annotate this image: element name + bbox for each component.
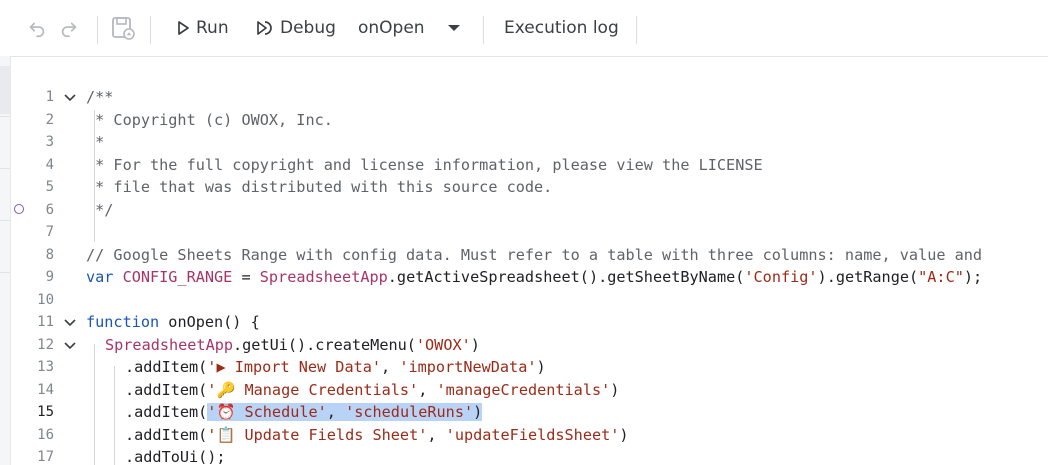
line-number: 7	[45, 224, 54, 240]
side-divider	[0, 168, 10, 169]
line-number: 5	[45, 179, 54, 195]
play-icon	[178, 21, 189, 35]
line-number: 15	[37, 404, 54, 420]
debug-button[interactable]: Debug	[254, 0, 336, 56]
line-number: 3	[45, 134, 54, 150]
code-line-active: 15 .addItem('⏰ Schedule', 'scheduleRuns'…	[10, 401, 1048, 423]
line-number: 8	[45, 247, 54, 263]
code-line: 3 *	[10, 131, 1048, 153]
execution-log-button[interactable]: Execution log	[504, 0, 619, 56]
code-text: */	[86, 201, 114, 219]
debug-label: Debug	[280, 18, 336, 38]
code-line: 6 */	[10, 199, 1048, 221]
toolbar-divider	[97, 16, 98, 44]
toolbar-divider	[636, 16, 637, 44]
code-line: 14 .addItem('🔑 Manage Credentials', 'man…	[10, 379, 1048, 401]
save-button[interactable]	[110, 0, 136, 56]
line-number: 11	[37, 314, 54, 330]
undo-icon	[29, 22, 45, 38]
redo-icon	[61, 22, 77, 38]
code-text: // Google Sheets Range with config data.…	[86, 246, 983, 264]
side-divider	[0, 220, 10, 221]
line-number: 16	[37, 427, 54, 443]
code-text: .addItem('📋 Update Fields Sheet', 'updat…	[125, 426, 629, 444]
code-text: * Copyright (c) OWOX, Inc.	[86, 111, 333, 129]
code-line: 13 .addItem('▶ Import New Data', 'import…	[10, 356, 1048, 378]
line-number: 6	[45, 202, 54, 218]
line-number: 13	[37, 359, 54, 375]
run-label: Run	[196, 18, 229, 38]
code-text: .addItem('🔑 Manage Credentials', 'manage…	[125, 381, 620, 399]
save-drive-icon	[112, 17, 135, 40]
code-line: 1 /**	[10, 86, 1048, 108]
code-text: /**	[86, 88, 114, 106]
line-number: 14	[37, 382, 54, 398]
function-select-value: onOpen	[358, 18, 425, 38]
code-line: 5 * file that was distributed with this …	[10, 176, 1048, 198]
code-text: * file that was distributed with this so…	[86, 178, 553, 196]
line-number: 2	[45, 112, 54, 128]
code-line: 9 var CONFIG_RANGE = SpreadsheetApp.getA…	[10, 266, 1048, 288]
line-number: 9	[45, 269, 54, 285]
toolbar-divider	[150, 16, 151, 44]
code-text: *	[86, 133, 105, 151]
fold-chevron-icon[interactable]	[63, 334, 79, 356]
editor-toolbar: Run Debug onOpen Execution log	[10, 0, 1048, 57]
line-number: 12	[37, 337, 54, 353]
code-line: 2 * Copyright (c) OWOX, Inc.	[10, 109, 1048, 131]
toolbar-divider	[483, 16, 484, 44]
function-select[interactable]: onOpen	[358, 0, 461, 56]
code-text: * For the full copyright and license inf…	[86, 156, 763, 174]
code-line: 16 .addItem('📋 Update Fields Sheet', 'up…	[10, 424, 1048, 446]
code-text: SpreadsheetApp.getUi().createMenu('OWOX'…	[105, 336, 480, 354]
side-panel-selected	[0, 66, 10, 114]
side-divider	[0, 272, 10, 273]
side-divider	[0, 116, 10, 117]
line-number: 1	[45, 89, 54, 105]
code-line: 10	[10, 289, 1048, 311]
selected-code-text: .addItem('⏰ Schedule', 'scheduleRuns')	[125, 403, 483, 421]
code-line: 7	[10, 221, 1048, 243]
run-button[interactable]: Run	[176, 0, 229, 56]
redo-button[interactable]	[58, 0, 80, 56]
dropdown-arrow-icon	[447, 25, 460, 31]
code-line: 17 .addToUi();	[10, 446, 1048, 465]
line-number: 10	[37, 292, 54, 308]
code-text: function onOpen() {	[86, 313, 260, 331]
fold-chevron-icon[interactable]	[63, 311, 79, 333]
code-editor[interactable]: 1 /** 2 * Copyright (c) OWOX, Inc. 3 * 4…	[10, 57, 1048, 465]
code-text: .addItem('▶ Import New Data', 'importNew…	[125, 358, 546, 376]
fold-chevron-icon[interactable]	[63, 86, 79, 108]
code-line: 11 function onOpen() {	[10, 311, 1048, 333]
undo-button[interactable]	[26, 0, 48, 56]
debug-icon	[257, 21, 272, 35]
line-number: 4	[45, 157, 54, 173]
code-line: 12 SpreadsheetApp.getUi().createMenu('OW…	[10, 334, 1048, 356]
code-text: .addToUi();	[125, 448, 226, 465]
code-line: 4 * For the full copyright and license i…	[10, 154, 1048, 176]
code-text: var CONFIG_RANGE = SpreadsheetApp.getAct…	[86, 268, 983, 286]
line-number: 17	[37, 449, 54, 465]
code-line: 8 // Google Sheets Range with config dat…	[10, 244, 1048, 266]
execution-log-label: Execution log	[504, 18, 619, 38]
